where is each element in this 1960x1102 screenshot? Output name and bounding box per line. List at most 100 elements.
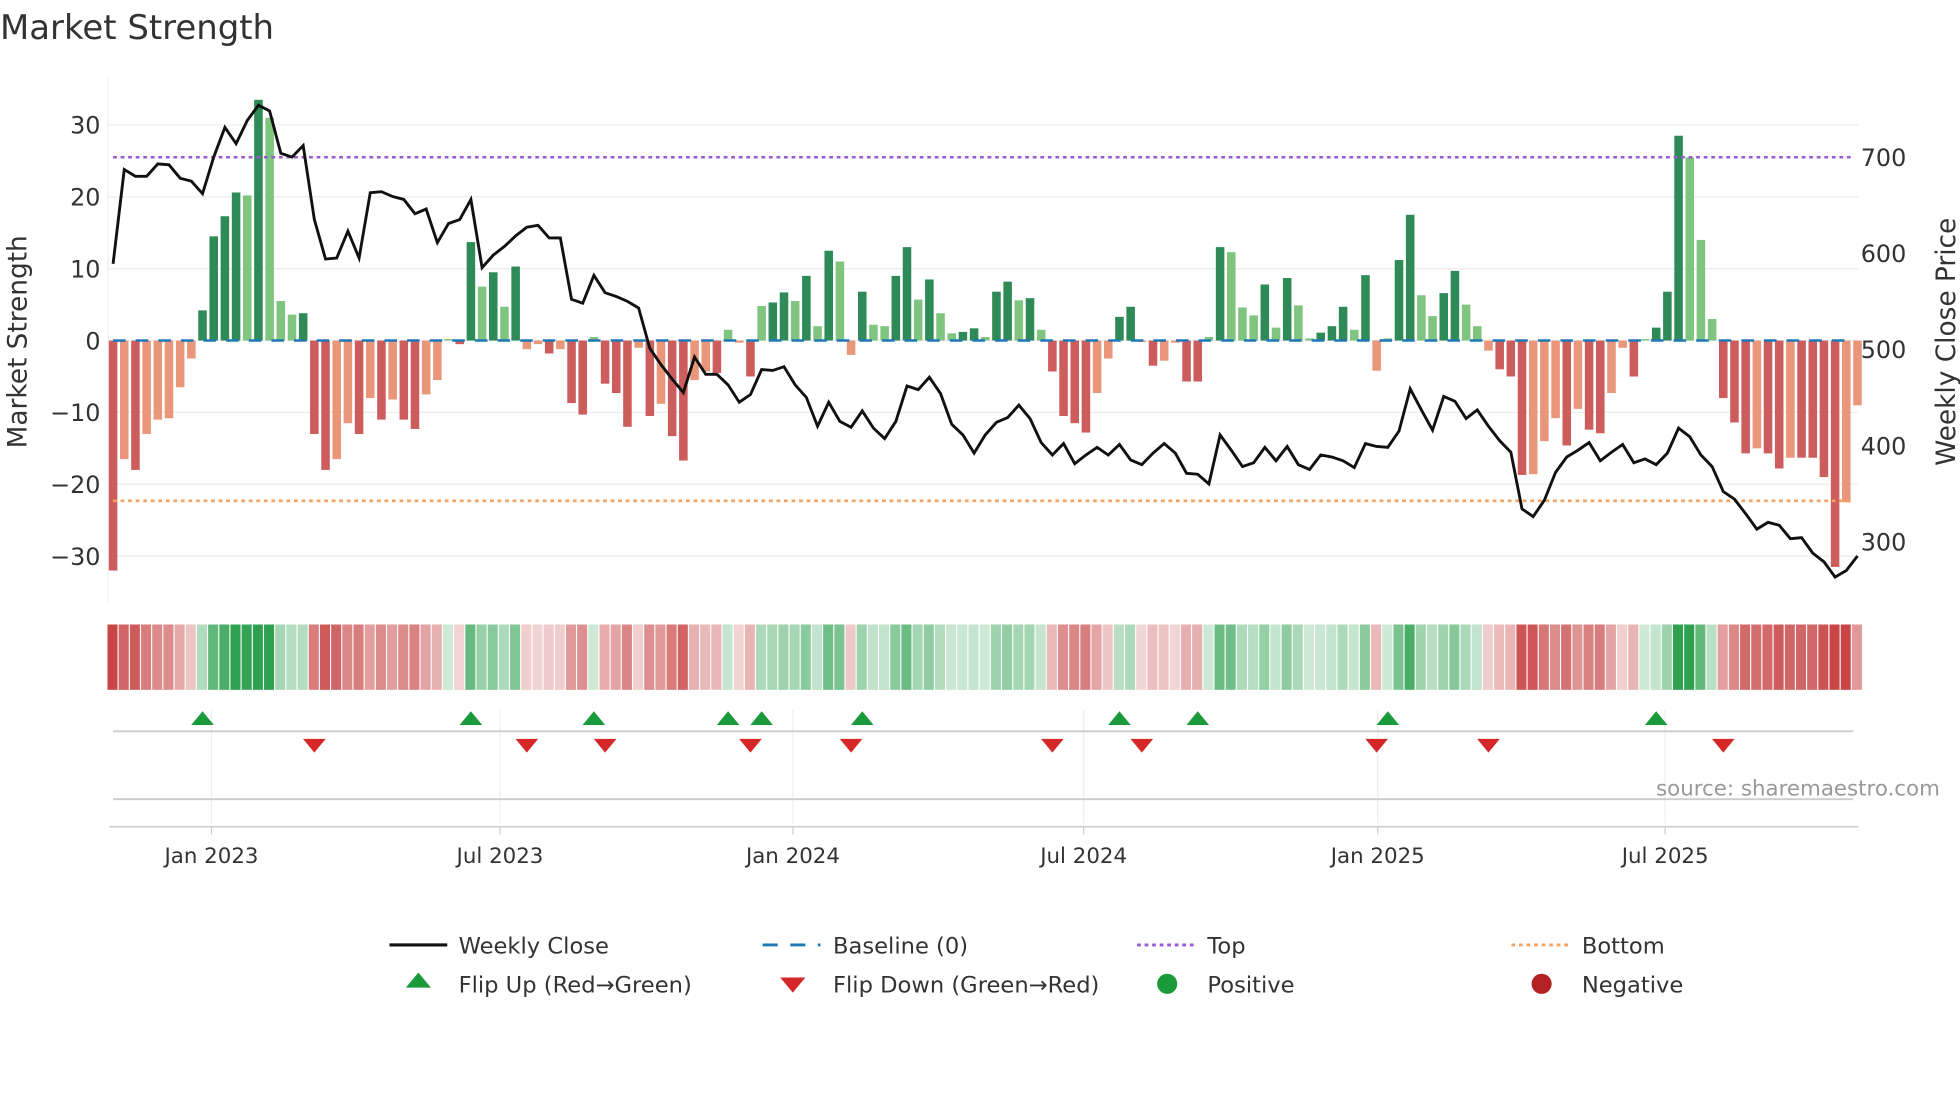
heat-cell	[1717, 624, 1728, 690]
heat-cell	[219, 624, 230, 690]
heat-cell	[1113, 624, 1124, 690]
heat-cell	[934, 624, 946, 690]
legend-flip-up: Flip Up (Red→Green)	[405, 972, 692, 999]
legend-label: Positive	[1207, 973, 1294, 999]
negative-strength-bar	[1808, 340, 1818, 458]
positive-strength-bar	[869, 324, 878, 341]
positive-strength-bar	[1282, 278, 1292, 341]
y-tick-label: 20	[70, 184, 100, 212]
positive-strength-bar	[220, 216, 230, 341]
heat-cell	[554, 624, 565, 690]
heat-cell	[476, 624, 487, 690]
heat-cell	[196, 624, 207, 690]
positive-strength-bar	[790, 301, 800, 341]
positive-strength-bar	[276, 301, 286, 341]
heat-cell	[778, 624, 789, 690]
positive-strength-bar	[1249, 315, 1258, 341]
heat-cell	[700, 624, 711, 690]
heat-cell	[1270, 624, 1281, 690]
heat-cell	[633, 624, 644, 690]
x-axis-ticks: Jan 2023 Jul 2023 Jan 2024 Jul 2024 Jan 2025…	[162, 826, 1709, 869]
heat-cell	[1292, 624, 1303, 690]
heat-cell	[621, 624, 632, 690]
heat-cell	[510, 624, 521, 690]
flip-up-marker	[1644, 711, 1668, 726]
positive-strength-bar	[1238, 307, 1247, 341]
source-label: source: sharemaestro.com	[1656, 776, 1940, 801]
heat-cell	[1024, 624, 1035, 690]
heat-cell	[230, 624, 241, 690]
heat-cell	[1192, 624, 1203, 690]
x-tick-label: Jul 2023	[455, 844, 544, 869]
heat-cell	[744, 624, 755, 690]
negative-strength-bar	[1528, 340, 1538, 475]
positive-dot-icon	[1157, 973, 1178, 994]
positive-strength-bar	[1271, 327, 1281, 341]
negative-strength-bar	[735, 340, 744, 343]
negative-strength-bar	[1048, 340, 1057, 372]
heat-cell	[901, 624, 912, 690]
negative-strength-bar	[108, 340, 118, 571]
positive-strength-bar	[1696, 239, 1706, 341]
negative-strength-bar	[1092, 340, 1102, 394]
flip-down-marker	[303, 738, 326, 753]
heat-cell	[1236, 624, 1247, 690]
negative-strength-bar	[1774, 340, 1784, 469]
heat-cell	[1404, 624, 1415, 690]
heat-cell	[1728, 624, 1739, 690]
positive-strength-bar	[488, 272, 498, 341]
heat-cell	[532, 624, 543, 690]
negative-dot-icon	[1531, 973, 1552, 994]
negative-strength-bar	[399, 340, 409, 420]
positive-strength-bar	[1394, 260, 1404, 341]
legend-top: Top	[1137, 934, 1246, 960]
flip-down-icon	[780, 977, 806, 993]
heat-cell	[442, 624, 453, 690]
legend-baseline: Baseline (0)	[762, 934, 968, 960]
chart-title: Market Strength	[0, 8, 274, 47]
heat-cell	[789, 624, 800, 690]
heat-cell	[275, 624, 286, 690]
heat-cell	[1628, 624, 1639, 690]
negative-strength-bar	[1584, 340, 1594, 430]
heat-cell	[1080, 624, 1091, 690]
heat-cell	[1393, 624, 1404, 690]
heat-cell	[252, 624, 263, 690]
heat-cell	[465, 624, 476, 690]
negative-strength-bar	[1842, 340, 1851, 503]
negative-strength-bar	[142, 340, 151, 434]
positive-strength-bar	[902, 247, 912, 341]
heat-cell	[711, 624, 722, 690]
negative-strength-bar	[1159, 340, 1169, 361]
positive-strength-bar	[1685, 157, 1695, 341]
heat-cell	[1449, 624, 1460, 690]
negative-strength-bar	[1148, 340, 1158, 366]
positive-strength-bar	[466, 242, 476, 341]
positive-strength-bar	[511, 266, 520, 341]
heat-cell	[1169, 624, 1180, 690]
heat-cell	[1180, 624, 1192, 690]
heat-cell	[1057, 624, 1069, 690]
heat-cell	[1203, 624, 1214, 690]
heat-cell	[241, 624, 252, 690]
heat-cell	[1549, 624, 1561, 690]
negative-strength-bar	[332, 340, 341, 460]
positive-strength-bar	[1473, 326, 1482, 341]
positive-strength-bar	[254, 99, 263, 341]
flip-up-marker	[850, 711, 874, 726]
negative-strength-bar	[1618, 340, 1627, 348]
heat-cell	[644, 624, 655, 690]
positive-strength-bar	[925, 279, 934, 341]
negative-strength-bar	[1104, 340, 1113, 359]
positive-strength-bar	[891, 275, 901, 341]
x-tick-label: Jul 2024	[1038, 844, 1127, 869]
negative-strength-bar	[1551, 340, 1560, 419]
negative-strength-bar	[365, 340, 375, 399]
positive-strength-bar	[880, 326, 889, 341]
flip-up-marker	[750, 711, 773, 726]
flip-down-marker	[515, 738, 539, 753]
heat-cell	[420, 624, 431, 690]
heat-cell	[1561, 624, 1572, 690]
positive-strength-bar	[1350, 329, 1359, 341]
negative-strength-bar	[1730, 340, 1739, 423]
